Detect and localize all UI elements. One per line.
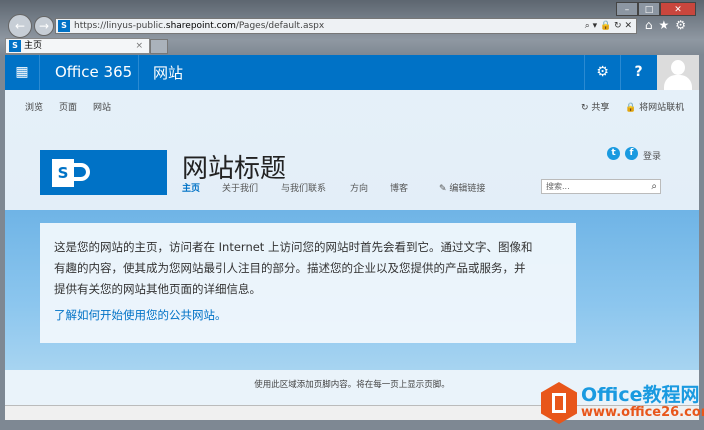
nav-about[interactable]: 关于我们 — [222, 181, 258, 194]
watermark-url: www.office26.com — [581, 405, 704, 420]
app-launcher-icon[interactable]: ▦ — [5, 55, 40, 90]
browser-tab[interactable]: S 主页 × — [5, 38, 150, 54]
url-subdomain: linyus-public. — [106, 21, 166, 31]
welcome-panel: 这是您的网站的主页，访问者在 Internet 上访问您的网站时首先会看到它。通… — [40, 223, 576, 343]
nav-contact[interactable]: 与我们联系 — [281, 181, 326, 194]
office-logo-icon — [541, 382, 577, 424]
login-link[interactable]: 登录 — [643, 149, 661, 162]
forward-button[interactable]: → — [34, 16, 54, 36]
watermark-title: Office教程网 — [581, 384, 700, 406]
new-tab-button[interactable] — [150, 39, 168, 54]
tab-close-icon[interactable]: × — [135, 39, 143, 53]
back-button[interactable]: ← — [8, 14, 32, 38]
pencil-icon: ✎ — [439, 184, 450, 194]
sharepoint-favicon: S — [9, 40, 21, 52]
search-input[interactable]: 搜索... ⌕ — [541, 179, 661, 194]
nav-blog[interactable]: 博客 — [390, 181, 408, 194]
url-scheme: https:// — [74, 21, 107, 31]
tab-title: 主页 — [24, 41, 43, 51]
welcome-text-line: 提供有关您的网站其他页面的详细信息。 — [54, 282, 261, 296]
getting-started-link[interactable]: 了解如何开始使用您的公共网站。 — [54, 305, 562, 326]
sync-button[interactable]: 🔒 将网站联机 — [625, 100, 684, 113]
nav-directions[interactable]: 方向 — [350, 181, 368, 194]
page: ▦ Office 365 网站 ⚙ ? 浏览 页面 网站 ↻ 共享 🔒 将网站联… — [5, 55, 699, 405]
share-label: 共享 — [591, 103, 610, 113]
share-icon: ↻ — [581, 103, 592, 113]
toolbar-icons[interactable]: ⌂★⚙ — [645, 18, 692, 32]
office365-brand[interactable]: Office 365 — [55, 63, 132, 81]
welcome-text-line: 这是您的网站的主页，访问者在 Internet 上访问您的网站时首先会看到它。通… — [54, 240, 533, 254]
address-icons[interactable]: ⌕ ▾ 🔒 ↻ ✕ — [585, 19, 632, 33]
settings-gear-icon[interactable]: ⚙ — [584, 55, 620, 90]
favorites-icon[interactable]: ★ — [658, 18, 675, 32]
suite-bar: ▦ Office 365 网站 ⚙ ? — [5, 55, 699, 90]
twitter-icon[interactable]: t — [607, 147, 620, 160]
url-domain: sharepoint.com — [165, 21, 236, 31]
avatar[interactable] — [657, 55, 699, 90]
site-title[interactable]: 网站标题 — [182, 148, 286, 185]
lock-icon: 🔒 — [625, 103, 640, 113]
address-bar[interactable]: S https://linyus-public.sharepoint.com/P… — [55, 18, 637, 34]
search-icon[interactable]: ⌕ — [651, 180, 657, 193]
edit-links-label: 编辑链接 — [449, 184, 486, 194]
watermark: Office教程网 www.office26.com — [541, 380, 704, 426]
share-button[interactable]: ↻ 共享 — [581, 100, 609, 113]
ribbon: 浏览 页面 网站 ↻ 共享 🔒 将网站联机 — [5, 90, 699, 120]
welcome-text-line: 有趣的内容，使其成为您网站最引人注目的部分。描述您的企业以及您提供的产品或服务，… — [54, 261, 526, 275]
url-path: /Pages/default.aspx — [235, 21, 325, 31]
ribbon-tab-page[interactable]: 页面 — [59, 100, 77, 113]
close-button[interactable]: ✕ — [660, 2, 696, 16]
search-placeholder: 搜索... — [546, 182, 570, 191]
site-logo[interactable]: S — [40, 150, 167, 195]
maximize-button[interactable]: □ — [638, 2, 660, 16]
minimize-button[interactable]: – — [616, 2, 638, 16]
suite-site-link[interactable]: 网站 — [153, 62, 183, 83]
edit-links-button[interactable]: ✎ 编辑链接 — [439, 181, 485, 194]
ribbon-tab-site[interactable]: 网站 — [93, 100, 111, 113]
sharepoint-favicon: S — [58, 20, 70, 32]
help-icon[interactable]: ? — [620, 55, 656, 90]
tools-gear-icon[interactable]: ⚙ — [675, 18, 692, 32]
ribbon-tab-browse[interactable]: 浏览 — [25, 100, 43, 113]
facebook-icon[interactable]: f — [625, 147, 638, 160]
sync-label: 将网站联机 — [639, 103, 685, 113]
nav-home[interactable]: 主页 — [182, 181, 200, 194]
home-icon[interactable]: ⌂ — [645, 18, 659, 32]
window-controls: – □ ✕ — [616, 2, 696, 16]
